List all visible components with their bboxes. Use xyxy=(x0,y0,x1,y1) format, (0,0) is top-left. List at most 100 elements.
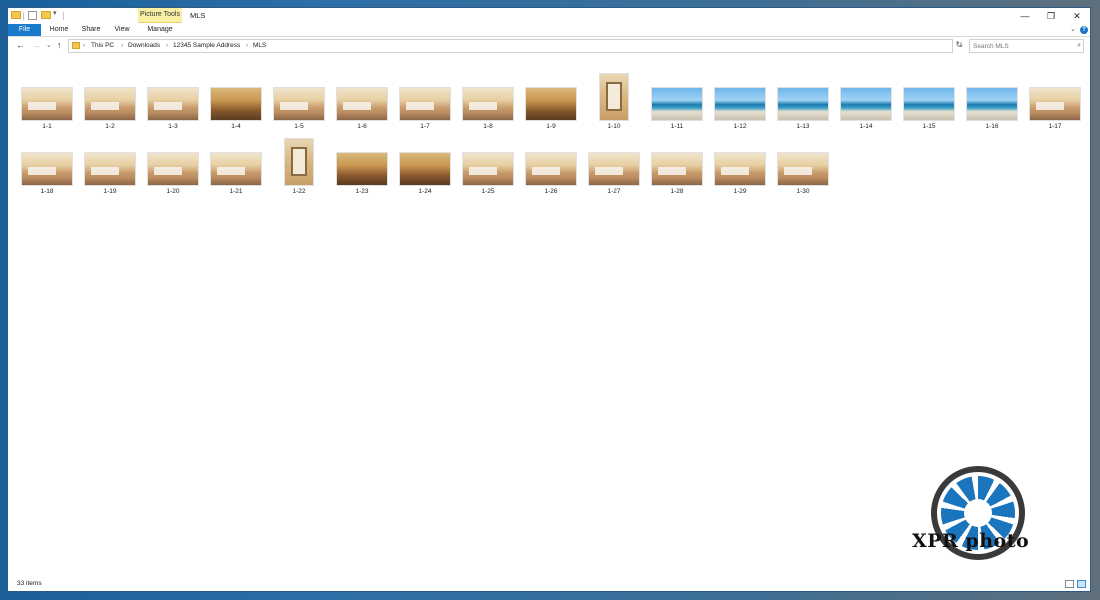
file-item[interactable]: 1-1 xyxy=(19,87,75,149)
close-button[interactable]: ✕ xyxy=(1064,8,1090,24)
file-item[interactable]: 1-13 xyxy=(775,87,831,149)
image-thumbnail[interactable] xyxy=(210,152,262,186)
image-thumbnail[interactable] xyxy=(599,73,629,121)
file-item[interactable]: 1-9 xyxy=(523,87,579,149)
breadcrumb-mls[interactable]: MLS xyxy=(253,40,266,52)
window-title: MLS xyxy=(190,11,206,20)
file-item[interactable]: 1-23 xyxy=(334,152,390,214)
ribbon-tabs: File Home Share View Manage ⌄ ? xyxy=(8,24,1090,37)
image-thumbnail[interactable] xyxy=(588,152,640,186)
folder-icon xyxy=(72,42,80,49)
back-button[interactable]: ← xyxy=(16,39,25,52)
image-thumbnail[interactable] xyxy=(21,87,73,121)
tab-file[interactable]: File xyxy=(8,24,41,36)
image-thumbnail[interactable] xyxy=(284,138,314,186)
file-item[interactable]: 1-21 xyxy=(208,152,264,214)
file-item[interactable]: 1-15 xyxy=(901,87,957,149)
address-bar[interactable]: › This PC › Downloads › 12345 Sample Add… xyxy=(68,39,964,53)
image-thumbnail[interactable] xyxy=(399,87,451,121)
file-name: 1-15 xyxy=(922,123,936,130)
file-item[interactable]: 1-20 xyxy=(145,152,201,214)
recent-locations-icon[interactable]: ⌄ xyxy=(46,39,52,52)
file-item[interactable]: 1-30 xyxy=(775,152,831,214)
properties-icon[interactable] xyxy=(28,11,37,20)
file-item[interactable]: 1-2 xyxy=(82,87,138,149)
status-bar: 33 items xyxy=(8,579,1090,591)
image-thumbnail[interactable] xyxy=(462,87,514,121)
file-item[interactable]: 1-7 xyxy=(397,87,453,149)
new-folder-icon[interactable] xyxy=(41,11,51,19)
breadcrumb-downloads[interactable]: Downloads xyxy=(128,40,160,52)
file-item[interactable]: 1-28 xyxy=(649,152,705,214)
image-thumbnail[interactable] xyxy=(336,152,388,186)
image-thumbnail[interactable] xyxy=(777,87,829,121)
image-thumbnail[interactable] xyxy=(273,87,325,121)
image-thumbnail[interactable] xyxy=(903,87,955,121)
expand-ribbon-icon[interactable]: ⌄ xyxy=(1070,24,1076,36)
image-thumbnail[interactable] xyxy=(21,152,73,186)
image-thumbnail[interactable] xyxy=(84,87,136,121)
divider xyxy=(23,12,24,20)
file-item[interactable]: 1-24 xyxy=(397,152,453,214)
file-name: 1-23 xyxy=(355,188,369,195)
file-item[interactable]: 1-22 xyxy=(271,138,327,214)
image-thumbnail[interactable] xyxy=(399,152,451,186)
search-icon[interactable]: ⌕ xyxy=(1077,40,1081,52)
image-thumbnail[interactable] xyxy=(462,152,514,186)
search-box[interactable]: ⌕ xyxy=(969,39,1084,53)
image-thumbnail[interactable] xyxy=(210,87,262,121)
image-thumbnail[interactable] xyxy=(84,152,136,186)
file-item[interactable]: 1-25 xyxy=(460,152,516,214)
tab-view[interactable]: View xyxy=(110,24,134,36)
image-thumbnail[interactable] xyxy=(777,152,829,186)
details-view-icon[interactable] xyxy=(1065,580,1074,588)
file-item[interactable]: 1-3 xyxy=(145,87,201,149)
tab-share[interactable]: Share xyxy=(78,24,104,36)
refresh-button[interactable]: ↻ xyxy=(953,39,965,51)
image-thumbnail[interactable] xyxy=(714,87,766,121)
image-thumbnail[interactable] xyxy=(525,87,577,121)
help-icon[interactable]: ? xyxy=(1080,26,1088,34)
image-thumbnail[interactable] xyxy=(840,87,892,121)
image-thumbnail[interactable] xyxy=(147,152,199,186)
forward-button[interactable]: → xyxy=(32,39,41,52)
file-item[interactable]: 1-10 xyxy=(586,73,642,149)
image-thumbnail[interactable] xyxy=(651,152,703,186)
file-item[interactable]: 1-4 xyxy=(208,87,264,149)
file-item[interactable]: 1-18 xyxy=(19,152,75,214)
maximize-button[interactable]: ❐ xyxy=(1038,8,1064,24)
file-item[interactable]: 1-26 xyxy=(523,152,579,214)
image-thumbnail[interactable] xyxy=(714,152,766,186)
minimize-button[interactable]: — xyxy=(1012,8,1038,24)
file-item[interactable]: 1-19 xyxy=(82,152,138,214)
file-name: 1-14 xyxy=(859,123,873,130)
tab-manage[interactable]: Manage xyxy=(142,24,178,36)
large-icons-view-icon[interactable] xyxy=(1077,580,1086,588)
file-name: 1-5 xyxy=(294,123,304,130)
file-name: 1-22 xyxy=(292,188,306,195)
tab-home[interactable]: Home xyxy=(46,24,72,36)
file-name: 1-20 xyxy=(166,188,180,195)
breadcrumb-this-pc[interactable]: This PC xyxy=(91,40,114,52)
image-thumbnail[interactable] xyxy=(1029,87,1081,121)
file-name: 1-24 xyxy=(418,188,432,195)
file-item[interactable]: 1-14 xyxy=(838,87,894,149)
file-item[interactable]: 1-11 xyxy=(649,87,705,149)
image-thumbnail[interactable] xyxy=(651,87,703,121)
quick-access-dropdown-icon[interactable]: ▾ xyxy=(53,9,62,18)
file-item[interactable]: 1-12 xyxy=(712,87,768,149)
file-name: 1-27 xyxy=(607,188,621,195)
image-thumbnail[interactable] xyxy=(966,87,1018,121)
file-item[interactable]: 1-17 xyxy=(1027,87,1083,149)
file-item[interactable]: 1-27 xyxy=(586,152,642,214)
breadcrumb-sample-address[interactable]: 12345 Sample Address xyxy=(173,40,240,52)
image-thumbnail[interactable] xyxy=(336,87,388,121)
search-input[interactable] xyxy=(970,40,1068,52)
image-thumbnail[interactable] xyxy=(525,152,577,186)
up-button[interactable]: ↑ xyxy=(57,39,62,52)
file-item[interactable]: 1-6 xyxy=(334,87,390,149)
image-thumbnail[interactable] xyxy=(147,87,199,121)
file-item[interactable]: 1-16 xyxy=(964,87,1020,149)
file-item[interactable]: 1-29 xyxy=(712,152,768,214)
file-item[interactable]: 1-8 xyxy=(460,87,516,149)
